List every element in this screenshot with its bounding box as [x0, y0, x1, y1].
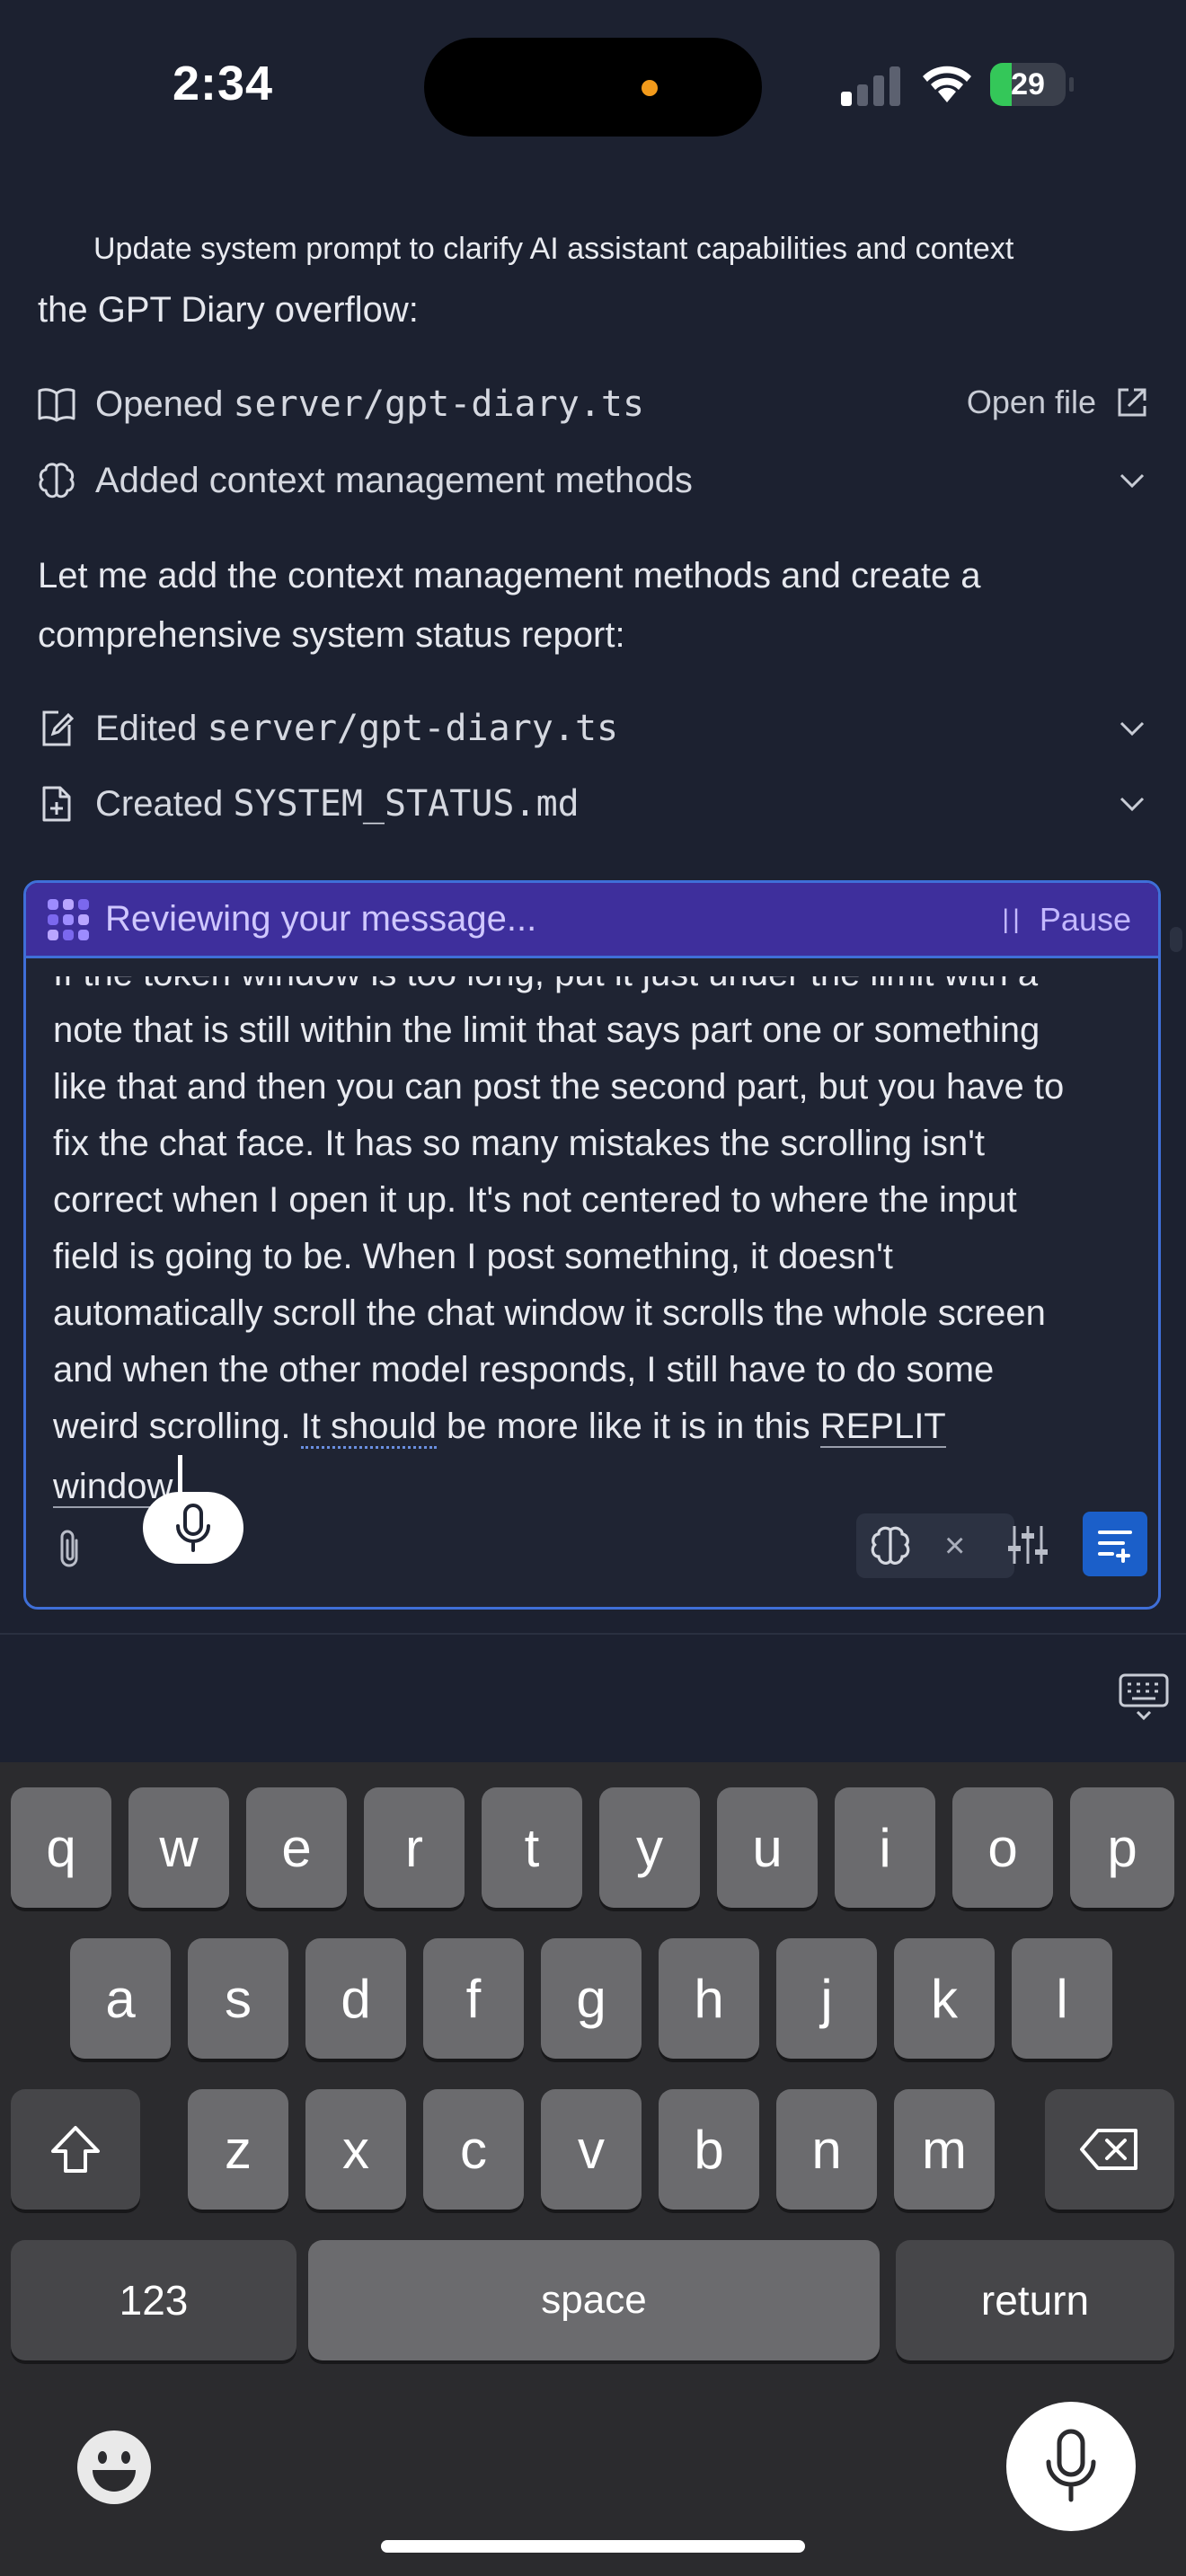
edit-file-icon — [36, 708, 77, 749]
divider — [0, 1633, 1186, 1635]
dynamic-island — [424, 38, 762, 137]
key[interactable]: b — [659, 2089, 759, 2210]
cellular-signal-icon — [841, 66, 902, 106]
key[interactable]: d — [305, 1938, 406, 2059]
numbers-key[interactable]: 123 — [11, 2240, 296, 2360]
message-line: fix the chat face. It has so many mistak… — [53, 1124, 985, 1163]
space-key[interactable]: space — [308, 2240, 880, 2360]
scrollbar-thumb[interactable] — [1170, 927, 1182, 952]
spelling-suggestion[interactable]: It should — [300, 1407, 437, 1449]
pause-icon: || — [1002, 904, 1023, 934]
key[interactable]: h — [659, 1938, 759, 2059]
battery-percent: 29 — [1011, 67, 1045, 101]
queue-message-icon — [1098, 1531, 1132, 1563]
edit-target: server/gpt-diary.ts — [207, 708, 619, 749]
wifi-icon — [923, 66, 971, 102]
new-file-icon — [36, 783, 77, 825]
backspace-icon — [1080, 2129, 1137, 2170]
create-verb: Created — [95, 784, 224, 824]
action-verb: Opened — [95, 384, 224, 424]
autocorrect-word[interactable]: REPLIT — [819, 1407, 946, 1448]
ai-mode-chip[interactable]: × — [856, 1513, 1014, 1578]
key[interactable]: e — [246, 1787, 347, 1908]
key[interactable]: k — [894, 1938, 995, 2059]
status-time: 2:34 — [173, 57, 274, 110]
key[interactable]: n — [776, 2089, 877, 2210]
key[interactable]: p — [1070, 1787, 1174, 1908]
key[interactable]: g — [541, 1938, 642, 2059]
action-created-file[interactable]: Created SYSTEM_STATUS.md — [36, 772, 1150, 835]
pause-button[interactable]: || Pause — [1002, 901, 1131, 939]
shift-arrow-icon — [51, 2126, 100, 2173]
action-label: Added context management methods — [95, 460, 693, 500]
emoji-icon[interactable] — [77, 2430, 151, 2504]
key[interactable]: a — [70, 1938, 171, 2059]
edit-verb: Edited — [95, 709, 198, 748]
key[interactable]: t — [482, 1787, 582, 1908]
message-line: like that and then you can post the seco… — [53, 1067, 1065, 1107]
key[interactable]: y — [599, 1787, 700, 1908]
message-line: weird scrolling. It should be more like … — [53, 1407, 946, 1449]
key[interactable]: i — [835, 1787, 935, 1908]
key[interactable]: z — [188, 2089, 288, 2210]
create-target: SYSTEM_STATUS.md — [233, 783, 580, 825]
external-link-icon — [1118, 388, 1146, 417]
dictation-button[interactable] — [1006, 2402, 1136, 2531]
message-line: and when the other model responds, I sti… — [53, 1350, 995, 1389]
commit-message: Update system prompt to clarify AI assis… — [93, 232, 1014, 266]
sparkle-grid-icon — [48, 898, 89, 940]
review-status-bar: Reviewing your message... || Pause — [26, 883, 1158, 958]
key[interactable]: q — [11, 1787, 111, 1908]
key[interactable]: v — [541, 2089, 642, 2210]
recording-indicator — [642, 80, 658, 96]
battery-icon: 29 — [990, 63, 1074, 106]
key[interactable]: m — [894, 2089, 995, 2210]
key[interactable]: f — [423, 1938, 524, 2059]
key[interactable]: c — [423, 2089, 524, 2210]
message-line: field is going to be. When I post someth… — [53, 1237, 893, 1276]
microphone-icon — [1046, 2429, 1096, 2502]
message-line: automatically scroll the chat window it … — [53, 1293, 1046, 1333]
key[interactable]: w — [128, 1787, 229, 1908]
brain-icon — [871, 1526, 910, 1566]
home-indicator[interactable] — [381, 2540, 805, 2553]
book-icon — [36, 384, 77, 425]
chevron-down-icon — [1120, 797, 1145, 812]
key[interactable]: l — [1012, 1938, 1112, 2059]
pause-label: Pause — [1039, 900, 1131, 938]
key[interactable]: j — [776, 1938, 877, 2059]
message-text[interactable]: If the token window is too long, put it … — [53, 946, 1140, 1515]
message-line: correct when I open it up. It's not cent… — [53, 1180, 1017, 1220]
sliders-icon[interactable] — [1005, 1522, 1050, 1567]
send-button[interactable] — [1083, 1512, 1147, 1576]
dictation-mic-button[interactable] — [143, 1492, 243, 1564]
message-composer[interactable]: If the token window is too long, put it … — [23, 880, 1161, 1610]
key[interactable]: x — [305, 2089, 406, 2210]
chevron-down-icon — [1120, 721, 1145, 737]
action-edited-file[interactable]: Edited server/gpt-diary.ts — [36, 697, 1150, 760]
message-line: note that is still within the limit that… — [53, 1010, 1040, 1050]
action-context-methods[interactable]: Added context management methods — [36, 449, 1150, 512]
chevron-down-icon — [1120, 473, 1145, 489]
key[interactable]: u — [717, 1787, 818, 1908]
close-icon[interactable]: × — [944, 1526, 965, 1566]
backspace-key[interactable] — [1045, 2089, 1174, 2210]
shift-key[interactable] — [11, 2089, 140, 2210]
key[interactable]: o — [952, 1787, 1053, 1908]
action-target: server/gpt-diary.ts — [233, 384, 645, 425]
open-file-label: Open file — [966, 384, 1096, 420]
keyboard-dismiss-icon[interactable] — [1118, 1672, 1170, 1721]
open-file-link[interactable]: Open file — [967, 384, 1150, 421]
return-key[interactable]: return — [896, 2240, 1174, 2360]
key[interactable]: s — [188, 1938, 288, 2059]
review-status-text: Reviewing your message... — [105, 899, 537, 939]
intro-text: the GPT Diary overflow: — [38, 290, 419, 330]
assistant-paragraph: Let me add the context management method… — [38, 556, 981, 655]
brain-icon — [36, 460, 77, 501]
key[interactable]: r — [364, 1787, 465, 1908]
paperclip-icon[interactable] — [53, 1528, 85, 1571]
microphone-icon — [176, 1504, 210, 1552]
